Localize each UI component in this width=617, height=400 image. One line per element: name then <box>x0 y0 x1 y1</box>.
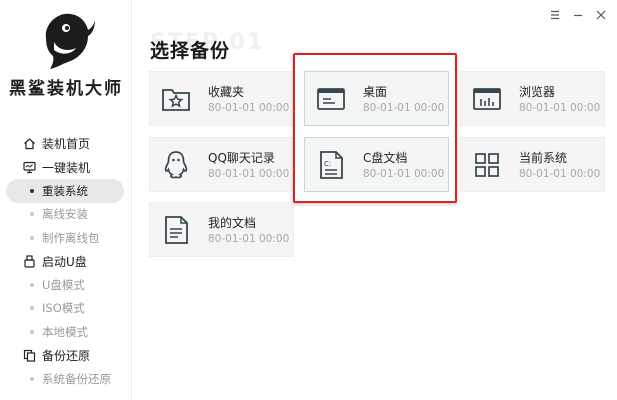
shark-logo-icon <box>45 13 95 69</box>
sidebar-item-usb-mode[interactable]: U盘模式 <box>0 273 132 297</box>
sidebar-item-backup-restore[interactable]: 备份还原 <box>0 344 132 368</box>
monitor-icon <box>22 160 36 174</box>
close-icon[interactable] <box>594 8 608 22</box>
sidebar-item-label: U盘模式 <box>42 277 85 292</box>
sidebar-item-label: 一键装机 <box>42 160 91 175</box>
card-date: 80-01-01 00:00 <box>519 168 601 180</box>
usb-icon <box>22 254 36 268</box>
sidebar-item-system-backup-restore[interactable]: 系统备份还原 <box>0 367 132 391</box>
sidebar-item-offline-install[interactable]: 离线安装 <box>0 203 132 227</box>
card-date: 80-01-01 00:00 <box>208 168 290 180</box>
card-name: QQ聊天记录 <box>208 151 275 165</box>
selection-highlight-box <box>293 53 457 203</box>
sidebar-item-label: 制作离线包 <box>42 230 100 245</box>
system-grid-icon <box>475 153 499 177</box>
bullet-dot-icon <box>30 306 34 311</box>
app-logo: 黑鲨装机大师 <box>0 8 132 99</box>
backup-card-favorites[interactable]: 收藏夹 80-01-01 00:00 <box>149 71 294 126</box>
backup-card-qq-chat-history[interactable]: QQ聊天记录 80-01-01 00:00 <box>149 137 294 192</box>
card-name: 收藏夹 <box>208 85 245 99</box>
card-date: 80-01-01 00:00 <box>208 102 290 114</box>
browser-icon <box>473 88 501 110</box>
sidebar-nav: 装机首页 一键装机 重装系统 离线安装 制作离线包 启动U盘 U盘模式 ISO模… <box>0 132 132 391</box>
backup-icon <box>22 348 36 362</box>
sidebar-item-reinstall-system[interactable]: 重装系统 <box>6 179 124 203</box>
favorites-folder-icon <box>162 89 190 111</box>
sidebar-item-label: ISO模式 <box>42 301 85 316</box>
card-date: 80-01-01 00:00 <box>519 102 601 114</box>
card-name: 当前系统 <box>519 151 568 165</box>
card-date: 80-01-01 00:00 <box>208 233 290 245</box>
sidebar-item-label: 重装系统 <box>42 183 88 198</box>
sidebar-item-label: 本地模式 <box>42 324 88 339</box>
minimize-icon[interactable] <box>571 8 585 22</box>
home-icon <box>22 137 36 151</box>
sidebar-item-make-offline-package[interactable]: 制作离线包 <box>0 226 132 250</box>
sidebar-item-boot-usb[interactable]: 启动U盘 <box>0 250 132 274</box>
bullet-dot-icon <box>30 376 34 381</box>
qq-icon <box>164 151 188 179</box>
sidebar-item-local-mode[interactable]: 本地模式 <box>0 320 132 344</box>
sidebar-item-label: 备份还原 <box>42 348 91 363</box>
sidebar-item-label: 离线安装 <box>42 207 88 222</box>
bullet-dot-icon <box>30 188 34 193</box>
page-title: 选择备份 <box>150 40 231 62</box>
sidebar-item-one-click-install[interactable]: 一键装机 <box>0 156 132 180</box>
bullet-dot-icon <box>30 235 34 240</box>
sidebar: 黑鲨装机大师 装机首页 一键装机 重装系统 离线安装 制作离线包 启动U盘 U盘… <box>0 0 132 400</box>
sidebar-item-label: 装机首页 <box>42 137 91 152</box>
sidebar-item-label: 系统备份还原 <box>42 371 111 386</box>
sidebar-item-home[interactable]: 装机首页 <box>0 132 132 156</box>
backup-card-browser[interactable]: 浏览器 80-01-01 00:00 <box>460 71 605 126</box>
backup-card-my-documents[interactable]: 我的文档 80-01-01 00:00 <box>149 202 294 257</box>
menu-icon[interactable] <box>548 8 562 22</box>
card-name: 我的文档 <box>208 216 257 230</box>
card-name: 浏览器 <box>519 85 556 99</box>
bullet-dot-icon <box>30 212 34 217</box>
sidebar-item-iso-mode[interactable]: ISO模式 <box>0 297 132 321</box>
app-logo-text: 黑鲨装机大师 <box>9 79 123 99</box>
bullet-dot-icon <box>30 282 34 287</box>
bullet-dot-icon <box>30 329 34 334</box>
backup-card-current-system[interactable]: 当前系统 80-01-01 00:00 <box>460 137 605 192</box>
my-documents-icon <box>165 216 188 244</box>
sidebar-item-label: 启动U盘 <box>42 254 87 269</box>
